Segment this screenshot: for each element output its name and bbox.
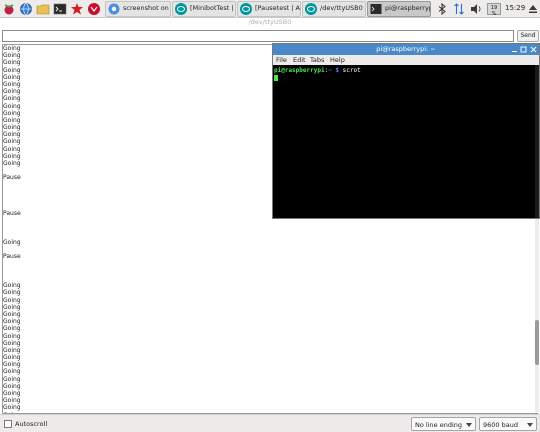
- serial-output-line: Going: [3, 339, 21, 347]
- terminal-console[interactable]: pi@raspberrypi:~ $ scrot: [273, 65, 539, 218]
- arduino-icon: [305, 3, 317, 15]
- terminal-scrollbar[interactable]: [535, 65, 539, 218]
- raspberry-menu-icon[interactable]: [2, 2, 16, 16]
- prompt-path: ~ $: [328, 67, 340, 74]
- serial-output-line: Going: [3, 397, 21, 405]
- serial-output-line: Going: [3, 368, 21, 376]
- terminal-prompt-line: pi@raspberrypi:~ $ scrot: [274, 67, 361, 74]
- serial-output-line: Going: [3, 282, 21, 290]
- task-label-terminal: pi@raspberryp...: [385, 4, 430, 12]
- top-panel: screenshot on ... [MinibotTest | ... [Pa…: [0, 0, 540, 18]
- autoscroll-checkbox[interactable]: [4, 420, 12, 428]
- task-button-browser[interactable]: screenshot on ...: [105, 1, 171, 17]
- serial-output-line: Going: [3, 404, 21, 412]
- serial-monitor-title: /dev/ttyUSB0: [248, 18, 292, 26]
- eject-icon[interactable]: [528, 2, 538, 16]
- chromium-icon: [108, 3, 120, 15]
- task-button-pausetest[interactable]: [Pausetest | Ar...: [237, 1, 301, 17]
- prompt-user: pi@raspberrypi: [274, 67, 325, 74]
- terminal-titlebar[interactable]: pi@raspberrypi: ~: [273, 44, 539, 55]
- terminal-icon[interactable]: [53, 2, 67, 16]
- serial-output-line: Going: [3, 318, 21, 326]
- file-manager-icon[interactable]: [36, 2, 50, 16]
- line-ending-select[interactable]: No line ending: [411, 417, 476, 431]
- volume-icon[interactable]: [469, 2, 483, 16]
- mathematica-icon[interactable]: [70, 2, 84, 16]
- serial-monitor-footer: Autoscroll No line ending 9600 baud: [0, 414, 540, 432]
- serial-output-line: [3, 232, 523, 239]
- serial-output-line: [3, 261, 523, 268]
- serial-output-line: Going: [3, 289, 21, 297]
- clock[interactable]: 15:29: [505, 4, 525, 12]
- menu-file[interactable]: File: [276, 56, 287, 64]
- chevron-down-icon: [527, 423, 533, 427]
- serial-output-line: Going: [3, 382, 21, 390]
- serial-input-field[interactable]: [2, 30, 514, 42]
- terminal-title: pi@raspberrypi: ~: [376, 45, 436, 53]
- cpu-monitor[interactable]: 19 %: [487, 3, 501, 17]
- task-button-terminal[interactable]: pi@raspberryp...: [367, 1, 431, 17]
- wolfram-icon[interactable]: [87, 2, 101, 16]
- prompt-command: scrot: [339, 67, 361, 74]
- task-button-serial-monitor[interactable]: /dev/ttyUSB0: [302, 1, 366, 17]
- task-label-browser: screenshot on ...: [123, 4, 170, 12]
- task-label-serial-monitor: /dev/ttyUSB0: [320, 4, 363, 12]
- serial-output-line: [3, 268, 523, 275]
- serial-output-line: [3, 225, 523, 232]
- minimize-icon[interactable]: [511, 46, 518, 53]
- menu-edit[interactable]: Edit: [293, 56, 306, 64]
- serial-output-line: Pause: [3, 253, 21, 261]
- serial-output-line: [3, 246, 523, 253]
- serial-output-line: Going: [3, 310, 21, 318]
- serial-monitor-titlebar: /dev/ttyUSB0: [0, 18, 540, 29]
- serial-output-line: Going: [3, 239, 21, 247]
- task-button-minibottest[interactable]: [MinibotTest | ...: [172, 1, 236, 17]
- serial-output-line: Going: [3, 361, 21, 369]
- serial-output-line: Going: [3, 325, 21, 333]
- serial-output-line: Going: [3, 303, 21, 311]
- browser-globe-icon[interactable]: [19, 2, 33, 16]
- network-transfer-icon[interactable]: [452, 2, 466, 16]
- cpu-usage-label: 19 %: [490, 5, 498, 17]
- task-label-pausetest: [Pausetest | Ar...: [255, 4, 300, 12]
- close-icon[interactable]: [530, 46, 537, 53]
- serial-output-line: Going: [3, 354, 21, 362]
- terminal-window[interactable]: pi@raspberrypi: ~ File Edit Tabs Help pi…: [272, 43, 540, 219]
- autoscroll-label: Autoscroll: [15, 420, 48, 428]
- serial-output-line: Going: [3, 346, 21, 354]
- terminal-icon: [370, 4, 382, 14]
- serial-output-line: [3, 275, 523, 282]
- output-scrollbar-thumb[interactable]: [535, 320, 539, 365]
- menu-tabs[interactable]: Tabs: [310, 56, 324, 64]
- text-cursor: [274, 75, 278, 81]
- serial-output-line: Going: [3, 390, 21, 397]
- line-ending-value: No line ending: [415, 421, 462, 429]
- serial-output-line: Going: [3, 375, 21, 383]
- task-label-minibottest: [MinibotTest | ...: [190, 4, 235, 12]
- serial-output-line: Going: [3, 296, 21, 304]
- baud-rate-select[interactable]: 9600 baud: [479, 417, 537, 431]
- arduino-icon: [175, 3, 187, 15]
- menu-help[interactable]: Help: [330, 56, 345, 64]
- serial-output-line: Going: [3, 332, 21, 340]
- maximize-icon[interactable]: [520, 46, 527, 53]
- send-button[interactable]: Send: [517, 30, 539, 42]
- chevron-down-icon: [466, 423, 472, 427]
- bluetooth-icon[interactable]: [435, 2, 449, 16]
- baud-rate-value: 9600 baud: [483, 421, 518, 429]
- arduino-icon: [240, 3, 252, 15]
- terminal-menubar: File Edit Tabs Help: [273, 55, 539, 65]
